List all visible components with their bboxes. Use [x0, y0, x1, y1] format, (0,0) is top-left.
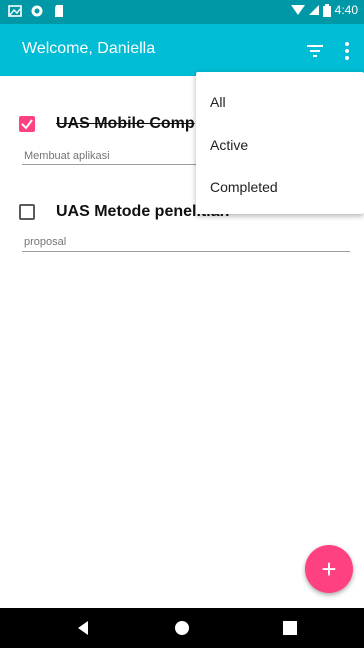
battery-icon [322, 3, 331, 17]
add-todo-button[interactable]: + [305, 545, 353, 593]
signal-icon [308, 5, 319, 15]
checkbox-unchecked[interactable] [19, 204, 35, 220]
description-underline [22, 251, 350, 252]
more-vert-icon[interactable] [340, 40, 354, 62]
menu-item-all[interactable]: All [210, 94, 226, 110]
filter-menu: All Active Completed [196, 72, 364, 214]
todo-description-field[interactable]: Membuat aplikasi [24, 150, 110, 162]
menu-item-completed[interactable]: Completed [210, 179, 278, 195]
todo-title: UAS Mobile Comp [56, 115, 195, 132]
todo-description-field[interactable]: proposal [24, 236, 66, 248]
status-time: 4:40 [334, 3, 358, 17]
gallery-icon [8, 5, 22, 17]
recents-icon[interactable] [282, 620, 298, 636]
wifi-icon [290, 5, 305, 15]
checkbox-checked[interactable] [19, 116, 35, 132]
page-title: Welcome, Daniella [22, 40, 156, 57]
add-icon: + [321, 554, 337, 584]
home-icon[interactable] [174, 620, 190, 636]
check-icon [21, 119, 33, 130]
status-bar: 4:40 [0, 0, 364, 24]
navigation-bar [0, 608, 364, 648]
menu-item-active[interactable]: Active [210, 137, 248, 153]
sd-card-icon [55, 5, 63, 17]
record-icon [31, 5, 43, 17]
back-icon[interactable] [75, 620, 91, 636]
app-bar: Welcome, Daniella [0, 24, 364, 76]
filter-icon[interactable] [304, 40, 326, 62]
